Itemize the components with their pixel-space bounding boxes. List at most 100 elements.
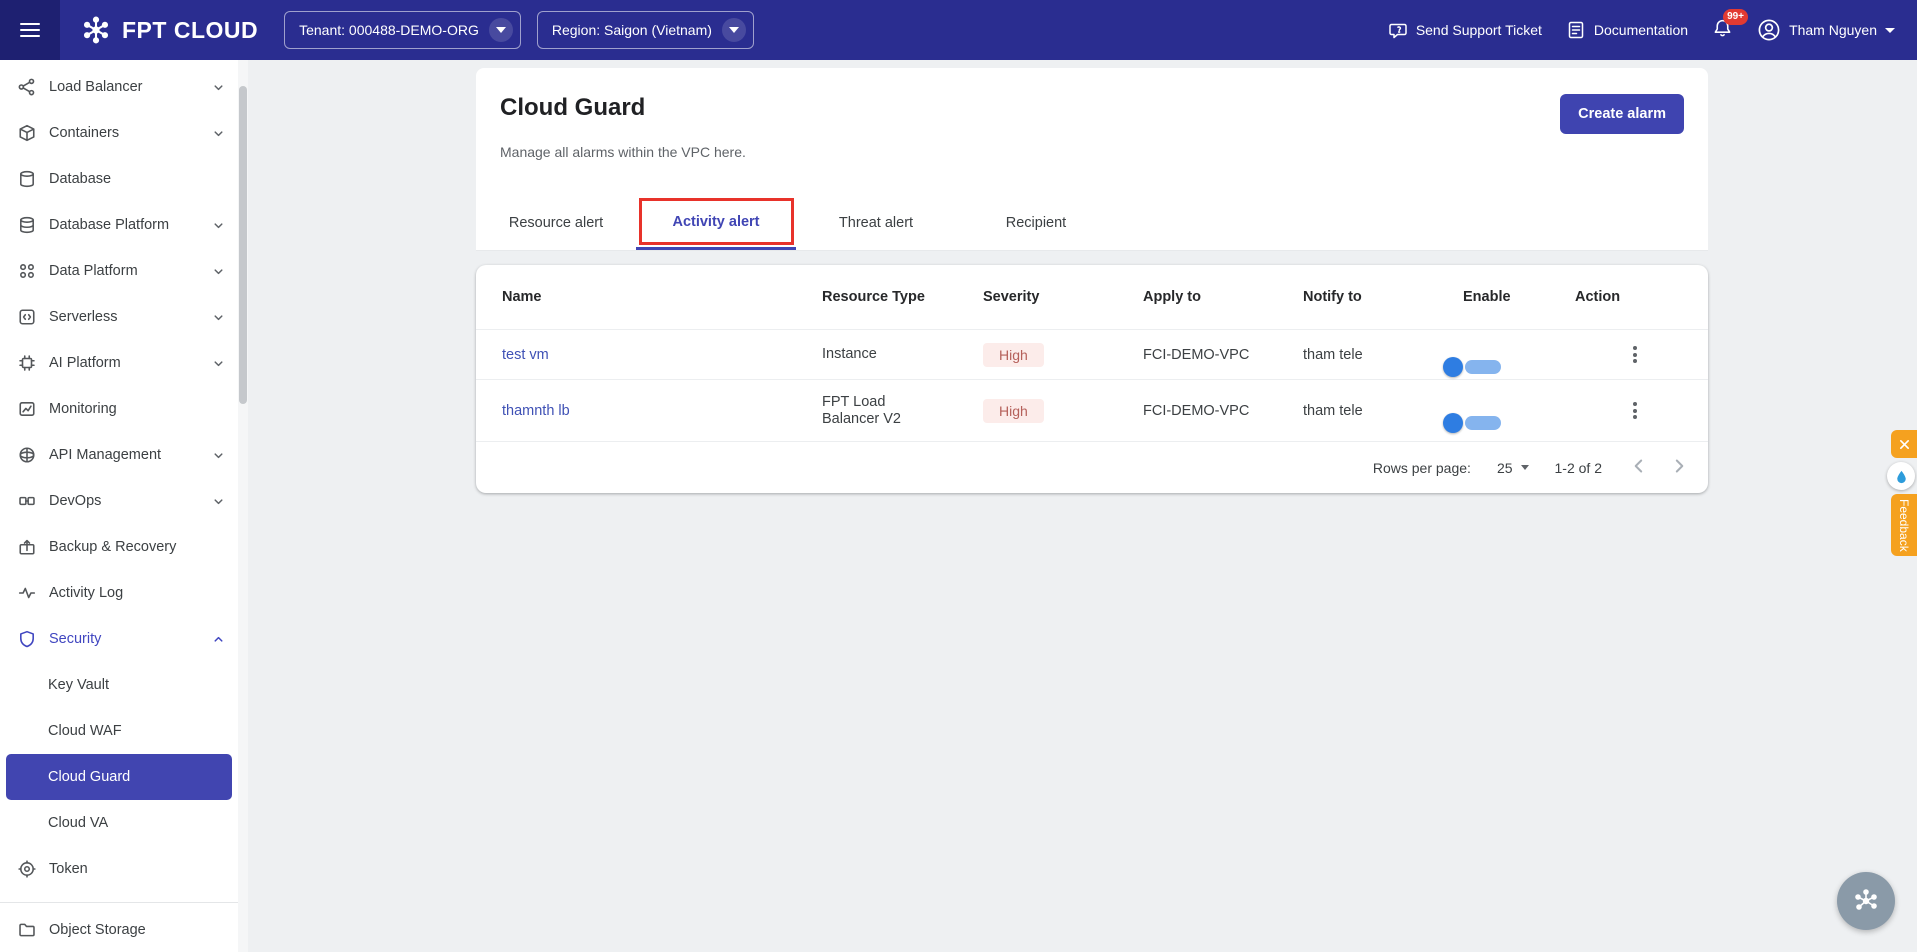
tab-resource-alert[interactable]: Resource alert	[476, 196, 636, 250]
sidebar-item-key-vault[interactable]: Key Vault	[0, 662, 238, 708]
fpt-cloud-logo-icon	[83, 16, 109, 44]
support-chat-icon	[1389, 23, 1407, 39]
next-page-button[interactable]	[1668, 455, 1690, 480]
sidebar-item-token[interactable]: Token	[0, 846, 238, 892]
feedback-tab[interactable]: Feedback	[1891, 494, 1917, 556]
tenant-caret-icon	[488, 18, 513, 42]
sidebar-item-serverless[interactable]: Serverless	[0, 294, 238, 340]
previous-page-button[interactable]	[1628, 455, 1650, 480]
sidebar-item-database[interactable]: Database	[0, 156, 238, 202]
sidebar-item-backup-recovery[interactable]: Backup & Recovery	[0, 524, 238, 570]
sidebar-item-label: Cloud VA	[48, 815, 109, 831]
chevron-down-icon	[214, 268, 223, 274]
sidebar-divider	[0, 902, 238, 903]
tab-recipient[interactable]: Recipient	[956, 196, 1116, 250]
select-caret-icon	[1520, 465, 1529, 470]
sidebar-item-label: Containers	[49, 125, 120, 141]
logo-text: FPT CLOUD	[122, 16, 259, 43]
sidebar-item-cloud-waf[interactable]: Cloud WAF	[0, 708, 238, 754]
user-name: Tham Nguyen	[1789, 22, 1877, 38]
sidebar-item-load-balancer[interactable]: Load Balancer	[0, 64, 238, 110]
chevron-down-icon	[214, 84, 223, 90]
sidebar-item-monitoring[interactable]: Monitoring	[0, 386, 238, 432]
ai-assistant-button[interactable]	[1837, 872, 1895, 930]
rows-per-page-value: 25	[1496, 459, 1513, 476]
sidebar-item-label: Object Storage	[49, 922, 146, 938]
sidebar-item-label: Cloud Guard	[48, 769, 131, 785]
col-header-apply-to: Apply to	[1143, 289, 1201, 305]
documentation-button[interactable]: Documentation	[1566, 20, 1688, 40]
resource-type-cell: Instance	[822, 346, 877, 363]
sidebar-item-label: Activity Log	[49, 585, 124, 601]
sidebar-item-security[interactable]: Security	[0, 616, 238, 662]
sidebar-item-object-storage[interactable]: Object Storage	[0, 907, 238, 952]
user-menu[interactable]: Tham Nguyen	[1757, 18, 1895, 42]
tab-threat-alert[interactable]: Threat alert	[796, 196, 956, 250]
sidebar-item-label: Database	[49, 171, 112, 187]
sidebar-item-containers[interactable]: Containers	[0, 110, 238, 156]
row-actions-kebab-icon[interactable]	[1575, 346, 1694, 363]
sidebar-item-database-platform[interactable]: Database Platform	[0, 202, 238, 248]
table-pagination: Rows per page: 25 1-2 of 2	[476, 441, 1708, 493]
user-caret-icon	[1885, 27, 1895, 33]
tenant-selector[interactable]: Tenant: 000488-DEMO-ORG	[284, 11, 521, 49]
hamburger-menu-button[interactable]	[0, 0, 60, 60]
region-selector[interactable]: Region: Saigon (Vietnam)	[536, 11, 754, 49]
containers-icon	[19, 124, 35, 142]
send-support-ticket-label: Send Support Ticket	[1415, 22, 1542, 38]
logo[interactable]: FPT CLOUD	[80, 14, 258, 46]
feedback-label: Feedback	[1897, 498, 1911, 552]
sidebar-item-label: Token	[49, 861, 88, 877]
tab-activity-alert[interactable]: Activity alert	[636, 196, 796, 250]
sidebar-scrollbar-thumb[interactable]	[239, 86, 247, 404]
sidebar-item-data-platform[interactable]: Data Platform	[0, 248, 238, 294]
sidebar-item-ai-platform[interactable]: AI Platform	[0, 340, 238, 386]
apply-to-cell: FCI-DEMO-VPC	[1143, 346, 1250, 363]
feedback-mascot-button[interactable]	[1887, 462, 1915, 490]
sidebar-item-label: Cloud WAF	[48, 723, 122, 739]
activity-log-icon	[18, 587, 36, 599]
chevron-up-icon	[214, 636, 223, 642]
database-platform-icon	[20, 216, 34, 234]
rows-per-page-label: Rows per page:	[1372, 459, 1471, 476]
close-icon	[1899, 439, 1909, 449]
chevron-left-icon	[1634, 459, 1643, 473]
rows-per-page-select[interactable]: 25	[1497, 460, 1529, 476]
avatar-icon	[1758, 19, 1780, 41]
send-support-ticket-button[interactable]: Send Support Ticket	[1388, 20, 1542, 40]
load-balancer-icon	[18, 78, 35, 96]
col-header-resource-type: Resource Type	[822, 289, 925, 305]
sidebar-item-api-management[interactable]: API Management	[0, 432, 238, 478]
documentation-label: Documentation	[1593, 22, 1689, 38]
notifications-button[interactable]: 99+	[1712, 9, 1749, 42]
resource-type-cell: FPT Load Balancer V2	[822, 393, 901, 427]
chevron-down-icon	[214, 360, 223, 366]
sidebar-item-label: Data Platform	[49, 263, 138, 279]
backup-recovery-icon	[19, 539, 35, 555]
sidebar-item-cloud-guard[interactable]: Cloud Guard	[6, 754, 232, 800]
region-caret-icon	[721, 18, 746, 42]
table-header-row: Name Resource Type Severity Apply to Not…	[476, 265, 1708, 329]
sidebar-item-activity-log[interactable]: Activity Log	[0, 570, 238, 616]
severity-badge: High	[983, 342, 1044, 367]
sidebar-item-devops[interactable]: DevOps	[0, 478, 238, 524]
alerts-table-card: Name Resource Type Severity Apply to Not…	[476, 265, 1708, 493]
sidebar: Load Balancer Containers Database Databa…	[0, 60, 248, 952]
alert-name-link[interactable]: thamnth lb	[502, 403, 822, 419]
sidebar-item-cloud-va[interactable]: Cloud VA	[0, 800, 238, 846]
sidebar-scrollbar[interactable]	[238, 60, 248, 952]
ai-platform-icon	[19, 355, 35, 371]
sidebar-item-label: Load Balancer	[49, 79, 143, 95]
create-alarm-button[interactable]: Create alarm	[1560, 94, 1684, 134]
api-management-icon	[19, 447, 35, 463]
table-row: thamnth lb FPT Load Balancer V2 High FCI…	[476, 379, 1708, 441]
chevron-down-icon	[214, 314, 223, 320]
row-actions-kebab-icon[interactable]	[1575, 402, 1694, 419]
alert-name-link[interactable]: test vm	[502, 347, 822, 363]
chevron-right-icon	[1675, 459, 1684, 473]
feedback-close-button[interactable]	[1891, 430, 1917, 458]
page-header-card: Cloud Guard Create alarm Manage all alar…	[476, 68, 1708, 251]
sidebar-item-label: Security	[49, 631, 102, 647]
monitoring-icon	[19, 402, 35, 416]
col-header-name: Name	[502, 289, 542, 305]
